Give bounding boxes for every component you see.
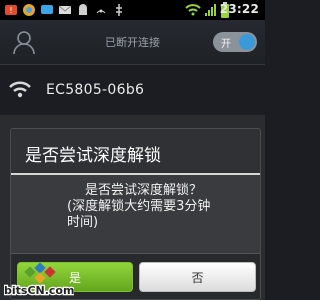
wifi-list-item[interactable]: EC5805-06b6 [0,66,265,116]
wifi-signal-icon [185,4,201,16]
app-icon [23,4,35,16]
no-button[interactable]: 否 [139,262,256,292]
wifi-ssid: EC5805-06b6 [46,82,145,98]
toggle-label: 开 [221,39,231,50]
dialog-title: 是否尝试深度解锁 [25,146,161,166]
clock: 23:22 [219,2,259,16]
chat-icon [41,5,53,14]
watermark-text: bitsCN.com [4,284,74,297]
usb-icon: ! [5,5,17,15]
dialog-message-line: (深度解锁大约需要3分钟 [67,199,211,214]
svg-text:!: ! [9,6,12,15]
wifi-toggle[interactable]: 开 [213,32,257,52]
wifi-icon [9,81,31,98]
app-header: 已断开连接 开 [0,20,265,65]
hotspot-icon [96,9,106,14]
toggle-knob [239,34,255,50]
dialog-message: 是否尝试深度解锁？ (深度解锁大约需要3分钟 时间) [67,183,257,231]
cell-signal-icon [205,4,216,16]
dialog-message-line: 是否尝试深度解锁？ [85,183,203,198]
usb-debug-icon [116,4,122,16]
dialog-message-line: 时间) [67,215,99,230]
status-bar: ! 23:22 [0,0,265,20]
mail-icon [58,5,72,14]
watermark-logo: bitsCN.com [4,262,74,298]
dialog-body: 是否尝试深度解锁？ (深度解锁大约需要3分钟 时间) [11,175,260,253]
android-icon [79,4,87,15]
